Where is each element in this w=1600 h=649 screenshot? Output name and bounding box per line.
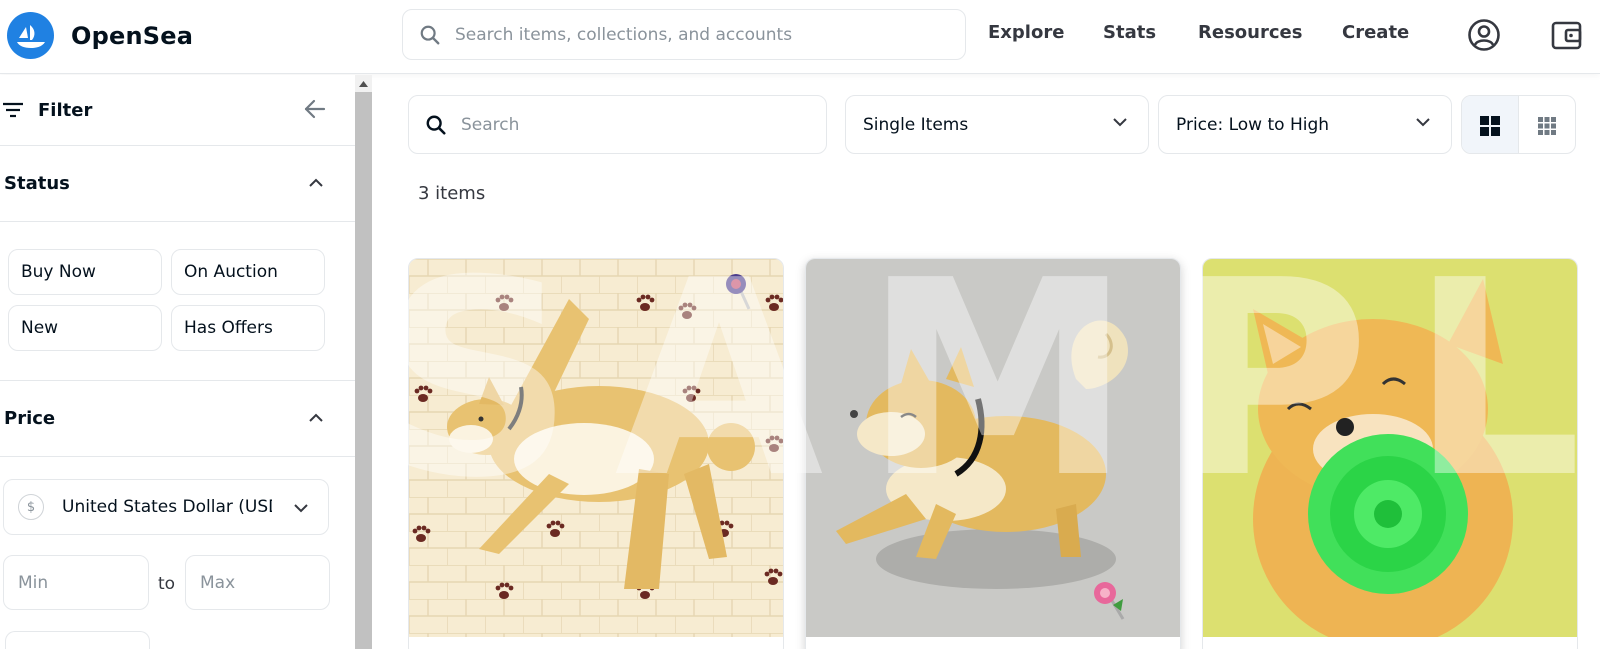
global-search-input[interactable] (455, 24, 935, 45)
large-grid-icon (1479, 115, 1500, 136)
nft-card[interactable] (408, 258, 784, 649)
collection-search-bar[interactable] (408, 95, 827, 154)
collapse-arrow-icon[interactable] (304, 99, 326, 119)
price-section-header[interactable]: Price (0, 381, 355, 457)
nav-stats[interactable]: Stats (1103, 22, 1156, 43)
collection-search-input[interactable] (461, 114, 791, 135)
nav-explore[interactable]: Explore (988, 22, 1064, 43)
small-grid-icon (1537, 116, 1556, 135)
scroll-up-arrow[interactable] (355, 75, 372, 92)
filter-sidebar: Filter Status Buy Now On Auction New Has… (0, 75, 355, 649)
chevron-up-icon (309, 178, 323, 187)
opensea-logo-icon (7, 12, 54, 59)
sort-value: Price: Low to High (1176, 114, 1330, 135)
apply-button[interactable] (5, 631, 150, 649)
top-navbar: OpenSea Explore Stats Resources Create (0, 0, 1600, 74)
search-icon (420, 25, 440, 44)
item-count: 3 items (418, 183, 486, 204)
price-min-field[interactable] (3, 555, 149, 610)
logo-text: OpenSea (71, 21, 194, 50)
status-section-header[interactable]: Status (0, 146, 355, 222)
nft-image-shiba-lollipop (1203, 259, 1577, 637)
price-label: Price (4, 408, 56, 429)
price-min-input[interactable] (18, 572, 118, 593)
global-search-bar[interactable] (402, 9, 966, 60)
status-chip-buy-now[interactable]: Buy Now (8, 249, 162, 295)
scroll-thumb[interactable] (355, 92, 372, 649)
status-chip-has-offers[interactable]: Has Offers (171, 305, 325, 351)
chevron-up-icon (309, 413, 323, 422)
status-label: Status (4, 173, 70, 194)
status-chip-on-auction[interactable]: On Auction (171, 249, 325, 295)
price-to-label: to (158, 574, 176, 594)
item-type-value: Single Items (863, 114, 969, 135)
filter-label: Filter (38, 99, 93, 121)
chevron-down-icon (1113, 118, 1127, 127)
price-max-input[interactable] (200, 572, 300, 593)
opensea-logo[interactable]: OpenSea (7, 12, 193, 59)
search-icon (426, 115, 446, 135)
chevron-down-icon (294, 504, 308, 513)
price-max-field[interactable] (185, 555, 330, 610)
nft-image-shiba-bow (806, 259, 1180, 637)
chevron-down-icon (1416, 118, 1430, 127)
filter-icon (3, 102, 23, 118)
nft-card[interactable] (805, 258, 1181, 649)
grid-view-toggle (1461, 95, 1576, 154)
currency-value: United States Dollar (USD) (62, 497, 272, 517)
sort-dropdown[interactable]: Price: Low to High (1158, 95, 1452, 154)
sidebar-scrollbar[interactable] (355, 75, 372, 649)
status-chip-new[interactable]: New (8, 305, 162, 351)
large-grid-button[interactable] (1462, 96, 1519, 153)
item-type-dropdown[interactable]: Single Items (845, 95, 1149, 154)
nav-resources[interactable]: Resources (1198, 22, 1302, 43)
dollar-icon: $ (18, 494, 44, 520)
nft-image-shiba-stretch (409, 259, 783, 637)
nft-card[interactable] (1202, 258, 1578, 649)
nav-create[interactable]: Create (1342, 22, 1409, 43)
currency-select[interactable]: $ United States Dollar (USD) (3, 479, 329, 535)
filter-header: Filter (0, 75, 355, 146)
wallet-icon[interactable] (1551, 18, 1583, 52)
small-grid-button[interactable] (1519, 96, 1576, 153)
profile-icon[interactable] (1467, 18, 1501, 52)
